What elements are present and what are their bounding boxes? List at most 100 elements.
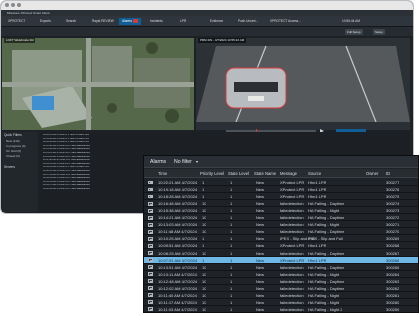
cell-priority: 10 (202, 278, 207, 284)
camera-icon (148, 236, 153, 241)
cell-state-name: New (256, 285, 265, 291)
cell-id: 300263 (386, 278, 400, 284)
cell-source: HA Falling - Daytime (308, 250, 345, 256)
cell-priority: 1 (202, 243, 205, 249)
nav-evidence[interactable]: Evidence (207, 18, 226, 25)
alarms-tab[interactable]: Alarms (150, 158, 166, 166)
col-priority-level[interactable]: Priority Level (200, 169, 224, 178)
camera-video-pane[interactable]: PRM 2IN - 4/7/2024 10:55:24 AM (196, 38, 410, 130)
cell-source: HA Falling - Night (308, 299, 340, 305)
map-view[interactable]: LOFT Weisbrode Rd (2, 38, 194, 130)
table-row[interactable]: 10:07:51 AM 4/7/2024 1 1 New XProtect LPR Hhn… (144, 256, 418, 264)
filter-dropdown[interactable]: No filter (174, 158, 192, 166)
cell-state-name: New (256, 243, 265, 249)
camera-icon (148, 279, 153, 284)
table-row[interactable]: 10:11:03 AM 4/7/2024 10 1 New failedetection… (144, 306, 418, 312)
table-row[interactable]: 10:15:38 AM 4/7/2024 10 1 New failedetection… (144, 207, 418, 215)
cell-priority: 10 (202, 229, 207, 235)
cell-priority: 10 (202, 299, 207, 305)
col-state-level[interactable]: State Level (228, 169, 249, 178)
close-window-icon[interactable] (5, 3, 9, 7)
cell-id: 300259 (386, 306, 400, 312)
cell-source: HA Falling - Night (308, 271, 340, 277)
table-row[interactable]: 10:14:21 AM 4/7/2024 10 1 New failedetection… (144, 214, 418, 222)
cell-message: failedetection (280, 292, 304, 298)
col-message[interactable]: Message (280, 169, 297, 178)
nav-rapid-review[interactable]: Rapid REVIEW (89, 18, 117, 25)
setup-button[interactable]: Setup (373, 28, 385, 35)
cell-state-level: 1 (230, 306, 233, 312)
nav-alarms[interactable]: Alarms (119, 18, 141, 25)
table-row[interactable]: 10:12:48 AM 4/7/2024 10 1 New failedetection… (144, 278, 418, 285)
cell-state-name: New (256, 257, 265, 263)
filter-closed[interactable]: Closed (0) (2, 153, 38, 158)
cell-state-level: 1 (230, 271, 233, 277)
table-row[interactable]: 10:08:25 AM 4/7/2024 10 1 New failedetection… (144, 250, 418, 257)
table-row[interactable]: 10:12:02 AM 4/7/2024 10 1 New failedetection… (144, 285, 418, 292)
cell-time: 10:18:28 AM 4/7/2024 (158, 194, 198, 200)
cell-source: Hhn1 LPR (308, 257, 327, 263)
list-item[interactable]: 10:02:44 AM 4/7/2024 10 1 New failedetec… (40, 188, 144, 192)
cell-message: failedetection (280, 264, 304, 270)
cell-priority: 10 (202, 271, 207, 277)
cell-state-level: 1 (230, 187, 233, 193)
cell-state-name: New (256, 250, 265, 256)
cell-state-name: New (256, 208, 265, 214)
cell-message: failedetection (280, 278, 304, 284)
cell-message: failedetection (280, 208, 304, 214)
cell-id: 300276 (386, 187, 400, 193)
playback-bar[interactable] (196, 122, 410, 133)
cell-state-name: New (256, 271, 265, 277)
table-row[interactable]: 10:13:03 AM 4/7/2024 10 1 New failedetection… (144, 221, 418, 229)
table-row[interactable]: 10:18:28 AM 4/7/2024 1 1 New XProtect LPR Hhn… (144, 193, 418, 201)
col-owner[interactable]: Owner (366, 169, 378, 178)
col-time[interactable]: Time (158, 169, 167, 178)
servers-title: Servers (4, 165, 15, 169)
col-source[interactable]: Source (308, 169, 321, 178)
table-row[interactable]: 10:11:48 AM 4/7/2024 10 1 New failedetection… (144, 228, 418, 236)
table-row[interactable]: 10:11:17 AM 4/7/2024 10 1 New failedetection… (144, 299, 418, 306)
camera-icon (148, 265, 153, 269)
nav-xprotect[interactable]: XPROTECT (5, 18, 28, 25)
cell-state-level: 1 (230, 285, 233, 291)
nav-xprotect-access[interactable]: XPROTECT Access... (267, 18, 304, 25)
nav-lpr[interactable]: LPR (177, 18, 189, 25)
camera-icon (148, 222, 153, 227)
nav-exports[interactable]: Exports (37, 18, 54, 25)
cell-time: 10:16:48 AM 4/7/2024 (158, 201, 198, 207)
chevron-down-icon[interactable]: ▾ (196, 158, 198, 166)
camera-icon (148, 229, 153, 234)
cell-message: XProtect LPR (280, 243, 305, 249)
cell-id: 300267 (386, 250, 400, 256)
table-row[interactable]: 10:10:25 AM 4/7/2024 1 1 New IPEX - Slip and… (144, 235, 418, 243)
cell-message: failedetection (280, 285, 304, 291)
camera-frame-image (196, 38, 410, 130)
maximize-window-icon[interactable] (17, 3, 21, 7)
col-id[interactable]: ID (386, 169, 390, 178)
cell-state-level: 1 (230, 292, 233, 298)
nav-search[interactable]: Search (63, 18, 79, 25)
minimize-window-icon[interactable] (11, 3, 15, 7)
cell-priority: 1 (202, 180, 205, 185)
cell-time: 10:08:25 AM 4/7/2024 (158, 250, 198, 256)
cell-state-level: 1 (230, 236, 233, 242)
cell-time: 10:13:03 AM 4/7/2024 (158, 222, 198, 228)
table-row[interactable]: 10:22:21 AM 4/7/2024 1 1 New XProtect LPR Hhn… (144, 179, 418, 187)
cell-state-name: New (256, 278, 265, 284)
nav-push-uncert[interactable]: Push Uncert... (235, 18, 261, 25)
cell-time: 10:12:48 AM 4/7/2024 (158, 278, 198, 284)
table-row[interactable]: 10:16:48 AM 4/7/2024 10 1 New failedetection… (144, 200, 418, 208)
cell-source: HA Falling - Daytime (308, 264, 345, 270)
table-row[interactable]: 10:11:40 AM 4/7/2024 10 1 New failedetection… (144, 292, 418, 299)
table-row[interactable]: 10:09:51 AM 4/7/2024 1 1 New XProtect LPR Hhn… (144, 242, 418, 250)
col-state-name[interactable]: State Name (254, 169, 276, 178)
full-setup-button[interactable]: Full Setup (345, 28, 363, 35)
cell-id: 300271 (386, 222, 400, 228)
cell-priority: 1 (202, 194, 205, 200)
cell-id: 300266 (386, 257, 400, 263)
table-row[interactable]: 10:13:51 AM 4/7/2024 10 1 New failedetection… (144, 264, 418, 271)
table-row[interactable]: 10:19:18 AM 4/7/2024 1 1 New XProtect LPR Hhn… (144, 186, 418, 194)
table-row[interactable]: 10:13:11 AM 4/7/2024 10 1 New failedetection… (144, 271, 418, 278)
cell-time: 10:14:21 AM 4/7/2024 (158, 215, 198, 221)
nav-incidents[interactable]: Incidents (147, 18, 166, 25)
